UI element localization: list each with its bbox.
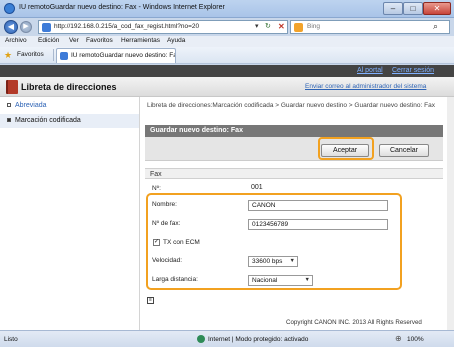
menu-archivo[interactable]: Archivo [5, 37, 27, 44]
speed-select[interactable]: 33600 bps ▼ [248, 256, 298, 267]
bing-logo-icon [294, 23, 303, 32]
main-panel: Libreta de direcciones:Marcación codific… [141, 97, 454, 330]
sidebar-item-abreviada[interactable]: Abreviada [0, 99, 139, 113]
menu-bar: Archivo Edición Ver Favoritos Herramient… [0, 36, 454, 47]
menu-ayuda[interactable]: Ayuda [167, 37, 185, 44]
address-dropdown-icon[interactable]: ▾ [255, 22, 259, 30]
tab-current[interactable]: IU remotoGuardar nuevo destino: Fax [56, 48, 176, 63]
page-header: Libreta de direcciones Enviar correo al … [0, 77, 454, 97]
navigation-bar: ◀ ▶ http://192.168.0.215/a_cod_fax_regis… [0, 18, 454, 36]
speed-label: Velocidad: [152, 257, 182, 264]
vertical-scrollbar[interactable] [447, 97, 454, 330]
zoom-icon[interactable]: ⊕ [395, 334, 402, 343]
logout-link[interactable]: Cerrar sesión [392, 67, 434, 74]
address-bar[interactable]: http://192.168.0.215/a_cod_fax_regist.ht… [38, 20, 288, 34]
ie-logo-icon [4, 3, 15, 14]
chevron-down-icon: ▼ [289, 258, 295, 264]
bullet-icon [7, 103, 11, 107]
breadcrumb: Libreta de direcciones:Marcación codific… [147, 102, 435, 109]
window-title-text: IU remotoGuardar nuevo destino: Fax [19, 4, 137, 11]
site-favicon-icon [42, 23, 51, 32]
portal-link[interactable]: Al portal [357, 67, 383, 74]
name-label: Nombre: [152, 201, 177, 208]
page-top-icon[interactable]: ≡ [147, 297, 154, 304]
back-button[interactable]: ◀ [4, 20, 18, 34]
globe-icon [197, 335, 205, 343]
maximize-button[interactable]: □ [403, 2, 423, 15]
name-field[interactable]: CANON [248, 200, 388, 211]
button-strip: Aceptar Cancelar [145, 137, 443, 161]
fax-section-header: Fax [145, 168, 443, 179]
ok-button-highlight [318, 137, 374, 160]
speed-select-value: 33600 bps [252, 258, 283, 265]
cancel-button[interactable]: Cancelar [379, 144, 429, 157]
ecm-checkbox[interactable]: ✓ [153, 239, 160, 246]
page-content: Al portal Cerrar sesión Libreta de direc… [0, 65, 454, 330]
search-icon[interactable]: ⌕ [433, 21, 438, 32]
sidebar-item-marcacion-codificada[interactable]: Marcación codificada [0, 114, 139, 128]
stop-icon[interactable]: ✕ [278, 22, 285, 31]
long-distance-select[interactable]: Nacional ▼ [248, 275, 313, 286]
number-value: 001 [251, 184, 263, 191]
favorites-bar: ★ Favoritos IU remotoGuardar nuevo desti… [0, 47, 454, 64]
tab-title: IU remotoGuardar nuevo destino: Fax [71, 52, 175, 59]
long-distance-select-value: Nacional [252, 277, 278, 284]
tab-favicon-icon [60, 52, 68, 60]
menu-ver[interactable]: Ver [69, 37, 79, 44]
number-label: Nº: [152, 185, 161, 192]
status-bar: Listo Internet | Modo protegido: activad… [0, 330, 454, 347]
zoom-level[interactable]: 100% [407, 336, 424, 343]
menu-favoritos[interactable]: Favoritos [86, 37, 113, 44]
menu-edicion[interactable]: Edición [38, 37, 59, 44]
top-link-bar: Al portal Cerrar sesión [0, 65, 454, 77]
favorites-button[interactable]: Favoritos [17, 51, 44, 58]
sidebar-item-label: Marcación codificada [15, 117, 81, 124]
favorites-separator [53, 49, 54, 61]
long-distance-label: Larga distancia: [152, 276, 198, 283]
fax-section-title: Fax [150, 171, 162, 178]
fax-number-label: Nº de fax: [152, 220, 181, 227]
search-input[interactable]: Bing [307, 23, 320, 30]
panel-title: Guardar nuevo destino: Fax [150, 127, 243, 134]
status-text: Listo [4, 336, 18, 343]
favorites-star-icon[interactable]: ★ [4, 50, 12, 61]
sidebar: Abreviada Marcación codificada [0, 97, 140, 330]
refresh-icon[interactable]: ↻ [265, 22, 271, 30]
sidebar-item-label: Abreviada [15, 102, 47, 109]
copyright-text: Copyright CANON INC. 2013 All Rights Res… [286, 319, 422, 326]
ecm-label: TX con ECM [163, 239, 200, 246]
menu-herramientas[interactable]: Herramientas [121, 37, 160, 44]
minimize-button[interactable]: – [383, 2, 403, 15]
window-title-suffix: - Windows Internet Explorer [138, 4, 225, 11]
close-window-button[interactable]: ✕ [423, 2, 451, 15]
forward-button[interactable]: ▶ [20, 21, 32, 33]
fax-number-field[interactable]: 0123456789 [248, 219, 388, 230]
mail-admin-link[interactable]: Enviar correo al administrador del siste… [305, 83, 426, 90]
bullet-icon [7, 118, 11, 122]
address-book-icon [6, 80, 18, 94]
panel-header: Guardar nuevo destino: Fax [145, 125, 443, 137]
window-title: IU remotoGuardar nuevo destino: Fax - Wi… [19, 4, 225, 11]
chevron-down-icon: ▼ [304, 277, 310, 283]
search-box[interactable]: Bing ⌕ [290, 20, 450, 34]
security-zone[interactable]: Internet | Modo protegido: activado [208, 336, 308, 343]
window-title-bar: IU remotoGuardar nuevo destino: Fax - Wi… [0, 0, 454, 18]
address-url[interactable]: http://192.168.0.215/a_cod_fax_regist.ht… [54, 23, 199, 30]
page-title: Libreta de direcciones [21, 82, 117, 92]
